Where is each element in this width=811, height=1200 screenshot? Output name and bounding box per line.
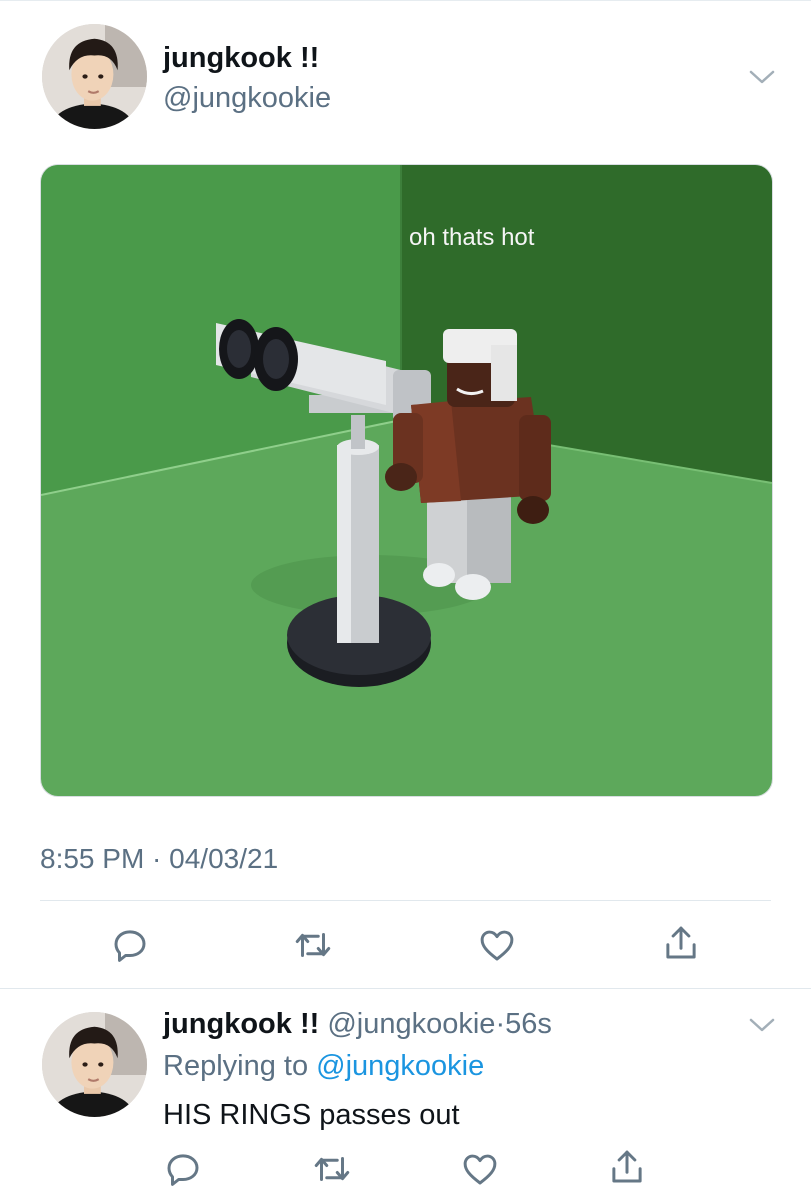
reply-retweet-icon[interactable] [311,1148,353,1190]
divider [40,900,771,901]
author-handle[interactable]: @jungkookie [163,82,331,115]
reply-like-icon[interactable] [459,1148,501,1190]
replying-prefix: Replying to [163,1050,309,1082]
chevron-down-icon[interactable] [748,68,776,86]
tweet-media-image[interactable]: oh thats hot [40,164,773,797]
media-caption: oh thats hot [409,224,535,251]
reply-share-icon[interactable] [606,1146,648,1188]
section-divider [0,988,811,989]
replying-to: Replying to @jungkookie [163,1050,484,1083]
reply-author-avatar[interactable] [42,1012,147,1117]
reply-age[interactable]: 56s [505,1008,552,1040]
author-avatar[interactable] [42,24,147,129]
reply-chevron-down-icon[interactable] [748,1016,776,1034]
reply-handle[interactable]: @jungkookie [327,1008,495,1040]
reply-header: jungkook !! @jungkookie·56s [163,1008,552,1041]
reply-icon[interactable] [109,924,151,966]
share-icon[interactable] [660,922,702,964]
tweet-timestamp[interactable]: 8:55 PM · 04/03/21 [40,843,278,875]
top-divider [0,0,811,1]
retweet-icon[interactable] [292,924,334,966]
author-display-name[interactable]: jungkook !! [163,42,319,75]
replying-to-mention[interactable]: @jungkookie [316,1050,484,1082]
reply-reply-icon[interactable] [162,1148,204,1190]
like-icon[interactable] [476,924,518,966]
reply-separator: · [495,1008,506,1040]
reply-text: HIS RINGS passes out [163,1099,460,1131]
reply-display-name[interactable]: jungkook !! [163,1008,319,1040]
